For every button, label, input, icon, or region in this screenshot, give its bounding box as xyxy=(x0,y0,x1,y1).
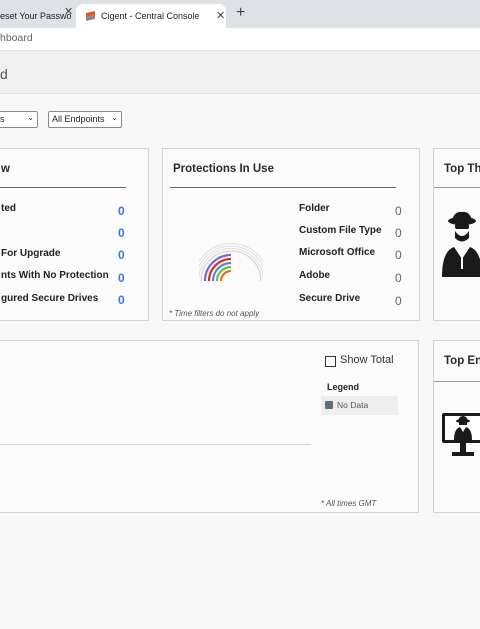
overview-value[interactable]: 0 xyxy=(118,248,125,262)
overview-label: ted xyxy=(1,203,16,214)
overview-value[interactable]: 0 xyxy=(118,293,125,307)
protection-label: Custom File Type xyxy=(299,225,382,236)
browser-tab-strip: eset Your Passwo ✕ Cigent - Central Cons… xyxy=(0,0,480,28)
overview-value[interactable]: 0 xyxy=(118,271,125,285)
legend-label: No Data xyxy=(337,400,369,410)
ring-arc xyxy=(219,269,232,282)
chart-baseline xyxy=(0,444,311,445)
endpoints-select[interactable]: All Endpoints ⌄ xyxy=(48,111,122,128)
protection-value: 0 xyxy=(395,204,402,218)
close-icon[interactable]: ✕ xyxy=(64,5,73,18)
timezone-note: * All times GMT xyxy=(321,499,377,508)
tab-central-console[interactable]: Cigent - Central Console ✕ xyxy=(76,4,226,28)
protections-card: Protections In Use Folder 0 Custom File … xyxy=(162,148,420,321)
divider xyxy=(170,187,396,188)
new-tab-icon[interactable]: + xyxy=(236,4,245,22)
time-range-value: s xyxy=(0,114,5,124)
time-range-select[interactable]: s ⌄ xyxy=(0,111,38,128)
card-title: Top Th xyxy=(444,163,480,175)
cigent-logo-icon xyxy=(86,11,95,21)
tab-reset-password[interactable]: eset Your Passwo ✕ xyxy=(0,4,78,28)
divider xyxy=(434,187,480,188)
card-title: Top En xyxy=(444,355,480,367)
chevron-down-icon: ⌄ xyxy=(111,113,118,122)
show-total-checkbox[interactable] xyxy=(325,356,336,367)
divider xyxy=(0,187,126,188)
protection-value: 0 xyxy=(395,226,402,240)
top-threats-card: Top Th xyxy=(433,148,480,321)
chevron-down-icon: ⌄ xyxy=(27,113,34,122)
protection-label: Adobe xyxy=(299,270,331,281)
overview-card: w ted 0 0 For Upgrade 0 nts With No Prot… xyxy=(0,148,149,321)
protection-value: 0 xyxy=(395,294,402,308)
protection-value: 0 xyxy=(395,248,402,262)
address-bar[interactable]: hboard xyxy=(0,28,480,51)
protection-label: Secure Drive xyxy=(299,293,361,304)
time-filter-note: * Time filters do not apply xyxy=(169,309,260,318)
card-title: w xyxy=(1,163,10,175)
page-header: d xyxy=(0,51,480,94)
legend-title: Legend xyxy=(327,382,360,392)
monitor-spy-icon xyxy=(442,413,480,456)
close-icon[interactable]: ✕ xyxy=(216,9,225,22)
overview-label: gured Secure Drives xyxy=(1,293,99,304)
protection-label: Microsoft Office xyxy=(299,247,376,258)
overview-value[interactable]: 0 xyxy=(118,226,125,240)
divider xyxy=(434,381,480,382)
protections-ring-chart xyxy=(199,243,263,282)
endpoints-value: All Endpoints xyxy=(52,114,105,124)
top-endpoints-card: Top En xyxy=(433,340,480,513)
legend-swatch xyxy=(325,401,333,409)
spy-icon xyxy=(442,211,480,277)
address-text: hboard xyxy=(0,32,33,44)
protection-value: 0 xyxy=(395,271,402,285)
overview-label: For Upgrade xyxy=(1,248,61,259)
tab-label: eset Your Passwo xyxy=(0,11,72,21)
overview-label: nts With No Protection xyxy=(1,270,109,281)
overview-value[interactable]: 0 xyxy=(118,204,125,218)
card-title: Protections In Use xyxy=(173,163,274,175)
legend-item[interactable]: No Data xyxy=(321,396,398,415)
show-total-label: Show Total xyxy=(340,354,394,366)
protection-label: Folder xyxy=(299,203,330,214)
activity-card: Show Total Legend No Data * All times GM… xyxy=(0,340,419,513)
page-title: d xyxy=(0,66,8,82)
tab-label: Cigent - Central Console xyxy=(101,11,200,21)
